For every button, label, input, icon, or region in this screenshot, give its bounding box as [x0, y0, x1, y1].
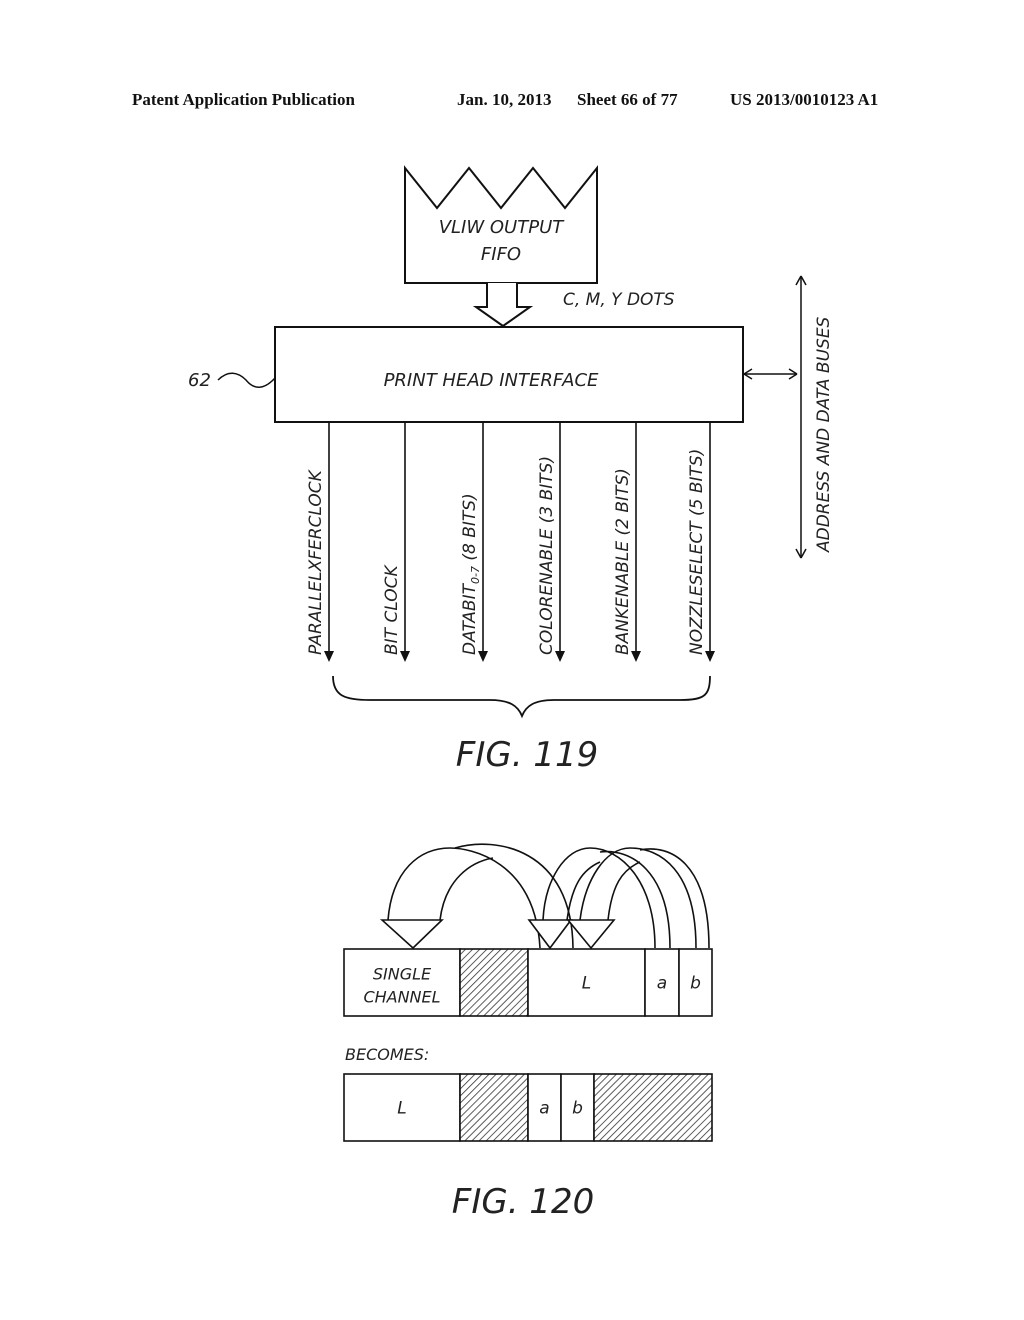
- becomes-label: BECOMES:: [345, 1045, 429, 1064]
- fig-119: VLIW OUTPUT FIFO C, M, Y DOTS PRINT HEAD…: [188, 165, 834, 775]
- cell-label: SINGLE: [373, 965, 432, 984]
- cell-label: a: [657, 974, 667, 994]
- bottom-buffer-row: La b: [343, 1073, 713, 1142]
- cell-label: CHANNEL: [363, 988, 440, 1007]
- interface-label: PRINT HEAD INTERFACE: [384, 370, 599, 391]
- grouping-brace: [332, 675, 711, 719]
- hatched-cell: [459, 1073, 529, 1142]
- hatched-cell: [593, 1073, 713, 1142]
- signal-label: NOZZLESELECT (5 BITS): [687, 449, 707, 655]
- signal-label: DATABIT0-7 (8 BITS): [460, 493, 482, 655]
- hatched-cell: [459, 948, 529, 1017]
- signal-label: PARALLELXFERCLOCK: [306, 468, 326, 655]
- signal-label: BANKENABLE (2 BITS): [613, 468, 633, 655]
- cell-label: b: [572, 1099, 583, 1119]
- data-flow-arrow: [472, 283, 534, 328]
- fig-120: SINGLE CHANNEL L a b BECOMES: La b FIG. 120: [343, 843, 713, 1222]
- fifo-label-line2: FIFO: [481, 244, 521, 265]
- signal-label: COLORENABLE (3 BITS): [537, 456, 557, 655]
- signal-label: BIT CLOCK: [382, 563, 402, 655]
- drawing-canvas: VLIW OUTPUT FIFO C, M, Y DOTS PRINT HEAD…: [188, 165, 834, 1222]
- cell-label: a: [539, 1099, 549, 1119]
- input-label: C, M, Y DOTS: [563, 290, 675, 310]
- bus-label: ADDRESS AND DATA BUSES: [814, 316, 834, 553]
- fifo-label-line1: VLIW OUTPUT: [439, 217, 566, 238]
- top-buffer-row: SINGLE CHANNEL L a b: [343, 948, 713, 1017]
- fig-119-caption: FIG. 119: [456, 735, 598, 775]
- reference-leader: [217, 372, 276, 388]
- reorder-arrows: [379, 843, 710, 950]
- cell-label: b: [690, 974, 701, 994]
- reference-numeral: 62: [188, 370, 211, 391]
- cell-label: L: [397, 1099, 406, 1119]
- fig-120-caption: FIG. 120: [452, 1182, 594, 1222]
- signal-lines: PARALLELXFERCLOCK BIT CLOCK DATABIT0-7 (8 …: [306, 422, 715, 662]
- cell-label: L: [582, 974, 591, 994]
